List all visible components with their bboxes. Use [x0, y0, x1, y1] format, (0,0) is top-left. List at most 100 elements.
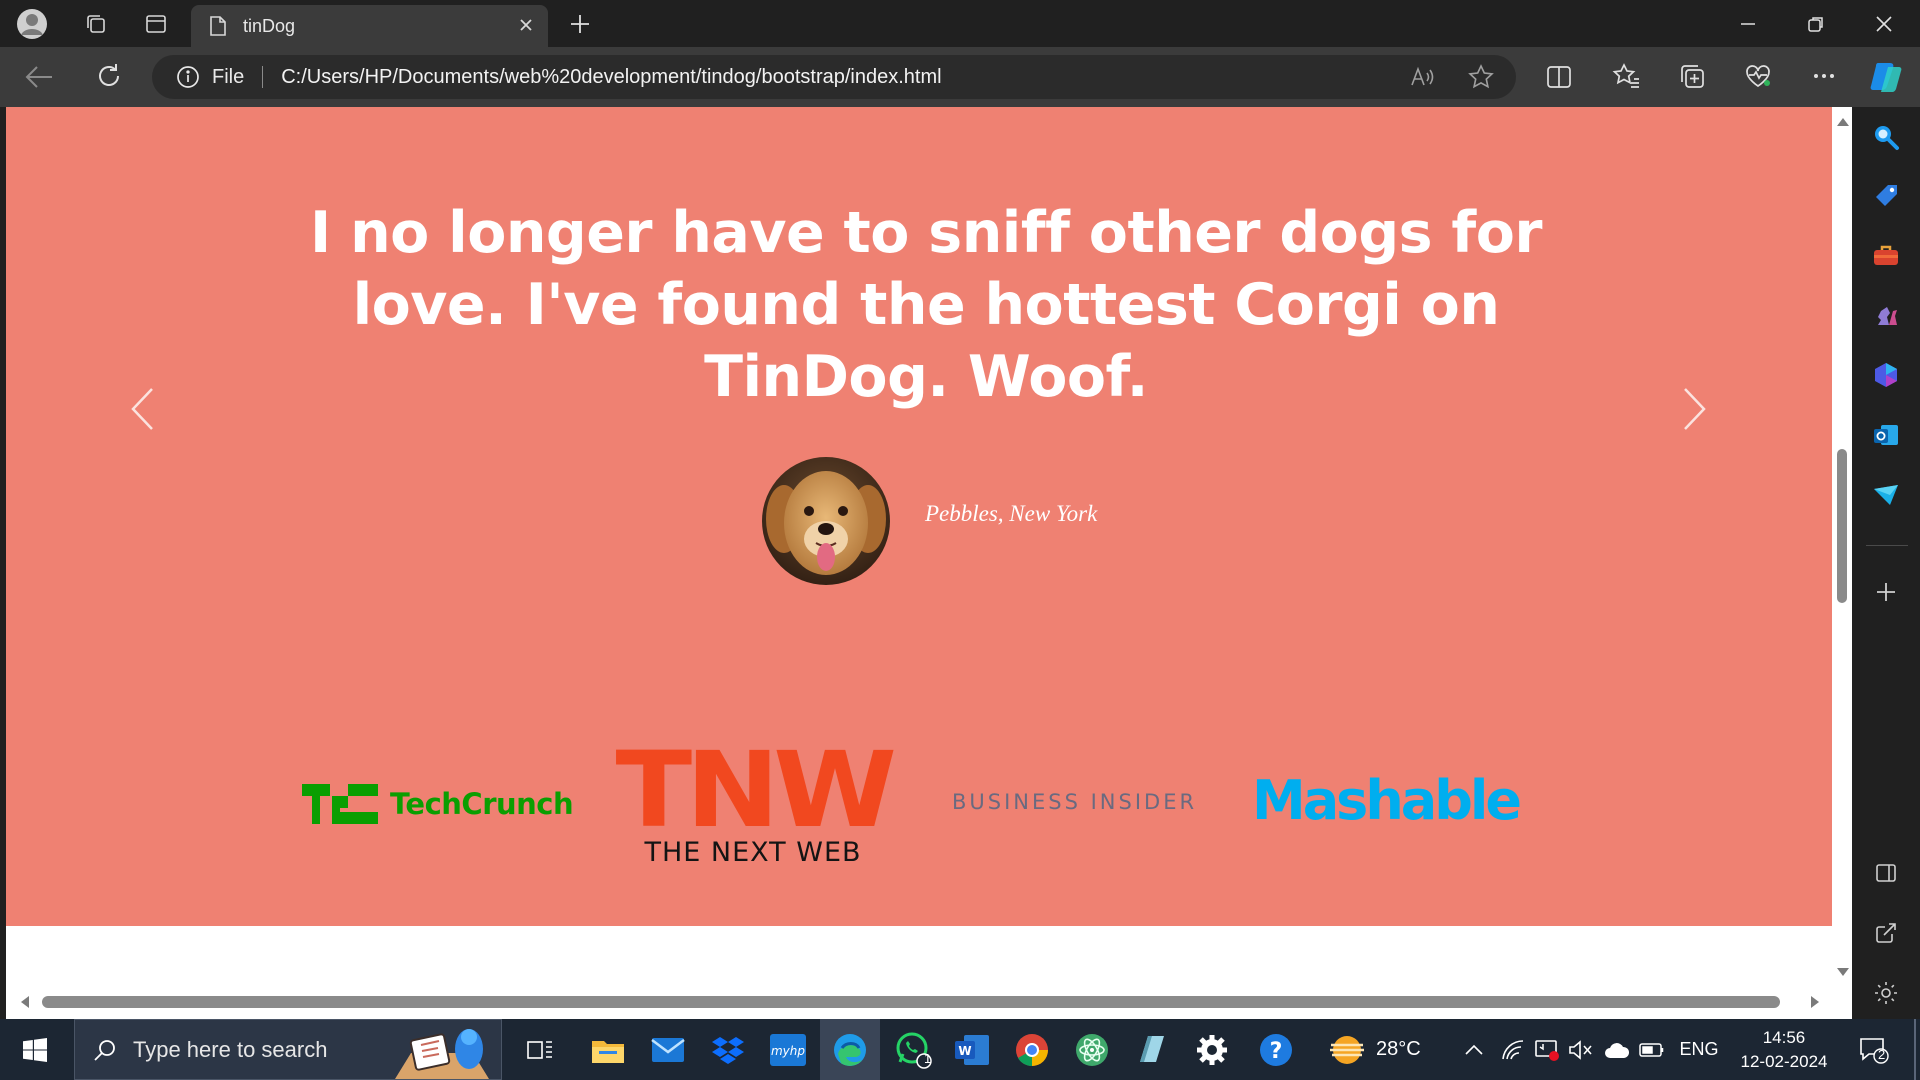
- browser-toolbar: File C:/Users/HP/Documents/web%20develop…: [0, 47, 1920, 107]
- clock[interactable]: 14:56 12-02-2024: [1734, 1019, 1834, 1080]
- dropbox-icon[interactable]: [700, 1019, 756, 1080]
- more-menu-icon[interactable]: [1810, 62, 1838, 90]
- taskbar-search-box[interactable]: Type here to search: [74, 1019, 502, 1080]
- vertical-scrollbar[interactable]: [1832, 107, 1852, 1019]
- notes-app-icon[interactable]: [1124, 1019, 1180, 1080]
- sidebar-external-icon[interactable]: [1868, 915, 1904, 951]
- new-tab-icon[interactable]: [560, 0, 600, 47]
- vscroll-up-arrow-icon[interactable]: [1837, 117, 1849, 127]
- address-bar[interactable]: File C:/Users/HP/Documents/web%20develop…: [152, 55, 1516, 99]
- minimize-icon[interactable]: [1726, 0, 1770, 47]
- svg-text:myhp: myhp: [771, 1044, 805, 1058]
- mail-icon[interactable]: [640, 1019, 696, 1080]
- restore-icon[interactable]: [1794, 0, 1838, 47]
- hscroll-thumb[interactable]: [42, 996, 1780, 1008]
- tnw-mark: TNW: [615, 729, 897, 851]
- read-aloud-icon[interactable]: [1410, 65, 1436, 89]
- browser-titlebar: tinDog: [0, 0, 1920, 47]
- sidebar-shopping-icon[interactable]: [1868, 177, 1904, 213]
- file-scheme-label: File: [212, 65, 245, 88]
- onedrive-cloud-icon[interactable]: [1602, 1019, 1632, 1080]
- input-language[interactable]: ENG: [1676, 1019, 1722, 1080]
- weather-sun-icon: [1328, 1033, 1366, 1067]
- profile-avatar-icon[interactable]: [12, 0, 52, 47]
- carousel-prev-icon[interactable]: [130, 387, 154, 431]
- notification-center-icon[interactable]: 2: [1848, 1019, 1900, 1080]
- dog-avatar: [762, 457, 890, 585]
- page-viewport: I no longer have to sniff other dogs for…: [6, 107, 1832, 1019]
- edge-sidebar: [1854, 107, 1920, 1019]
- sidebar-add-icon[interactable]: [1868, 574, 1904, 610]
- start-windows-icon[interactable]: [0, 1019, 70, 1080]
- tab-title: tinDog: [243, 15, 296, 36]
- close-window-icon[interactable]: [1862, 0, 1906, 47]
- business-insider-logo: BUSINESS INSIDER: [952, 790, 1198, 814]
- page-icon: [209, 15, 227, 37]
- workspaces-icon[interactable]: [76, 0, 116, 47]
- taskbar-search-icon: [93, 1038, 117, 1062]
- myhp-icon[interactable]: myhp: [760, 1019, 816, 1080]
- sidebar-hide-icon[interactable]: [1868, 855, 1904, 891]
- battery-icon[interactable]: [1636, 1019, 1668, 1080]
- security-status-icon[interactable]: [1532, 1019, 1562, 1080]
- sidebar-copilot-icon[interactable]: [1868, 357, 1904, 393]
- refresh-icon[interactable]: [94, 61, 124, 91]
- weather-temp: 28°C: [1376, 1038, 1421, 1060]
- svg-text:W: W: [958, 1044, 971, 1058]
- collections-icon[interactable]: [1678, 62, 1706, 90]
- testimonial-author: Pebbles, New York: [925, 501, 1098, 526]
- word-icon[interactable]: W: [944, 1019, 1000, 1080]
- sidebar-games-icon[interactable]: [1868, 297, 1904, 333]
- sidebar-settings-icon[interactable]: [1868, 975, 1904, 1011]
- svg-text:?: ?: [1270, 1039, 1283, 1064]
- favorite-star-icon[interactable]: [1468, 64, 1494, 90]
- testimonials-section: I no longer have to sniff other dogs for…: [6, 107, 1832, 926]
- favorites-icon[interactable]: [1612, 62, 1640, 90]
- tab-actions-icon[interactable]: [136, 0, 176, 47]
- testimonial-quote: I no longer have to sniff other dogs for…: [310, 200, 1542, 410]
- copilot-icon[interactable]: [1868, 57, 1906, 95]
- close-tab-icon[interactable]: [516, 15, 536, 35]
- back-arrow-icon[interactable]: [24, 63, 54, 91]
- notification-badge: 2: [1878, 1047, 1886, 1062]
- whatsapp-badge: 1: [924, 1051, 932, 1066]
- techcrunch-logo: TechCrunch: [302, 784, 574, 824]
- carousel-next-icon[interactable]: [1683, 387, 1707, 431]
- settings-gear-icon[interactable]: [1184, 1019, 1240, 1080]
- vscroll-down-arrow-icon[interactable]: [1837, 967, 1849, 977]
- task-view-icon[interactable]: [518, 1019, 562, 1080]
- atom-icon[interactable]: [1064, 1019, 1120, 1080]
- vscroll-thumb[interactable]: [1837, 449, 1847, 603]
- hscroll-left-arrow-icon[interactable]: [20, 996, 30, 1008]
- sidebar-search-icon[interactable]: [1868, 119, 1904, 155]
- file-explorer-icon[interactable]: [580, 1019, 636, 1080]
- url-text[interactable]: C:/Users/HP/Documents/web%20development/…: [281, 66, 941, 89]
- whatsapp-icon[interactable]: 1: [886, 1019, 942, 1080]
- split-screen-icon[interactable]: [1545, 63, 1573, 91]
- weather-widget[interactable]: 28°C: [1328, 1019, 1448, 1080]
- hscroll-right-arrow-icon[interactable]: [1810, 996, 1820, 1008]
- wifi-icon[interactable]: [1498, 1019, 1528, 1080]
- mashable-logo: Mashable: [1252, 769, 1522, 832]
- clock-date: 12-02-2024: [1740, 1051, 1828, 1071]
- sidebar-outlook-icon[interactable]: [1868, 417, 1904, 453]
- search-highlight-illustration-icon: [391, 1023, 495, 1079]
- browser-essentials-icon[interactable]: [1744, 62, 1772, 90]
- show-hidden-icons-chevron-icon[interactable]: [1462, 1019, 1486, 1080]
- tnw-logo: TNW THE NEXT WEB: [615, 738, 897, 868]
- techcrunch-wordmark: TechCrunch: [390, 787, 574, 821]
- edge-taskbar-icon[interactable]: [820, 1019, 880, 1080]
- sidebar-divider: [1866, 545, 1908, 546]
- volume-muted-icon[interactable]: [1566, 1019, 1596, 1080]
- clock-time: 14:56: [1762, 1027, 1806, 1047]
- help-icon[interactable]: ?: [1248, 1019, 1304, 1080]
- windows-taskbar: Type here to search myhp 1 W ? 28°C ENG …: [0, 1019, 1920, 1080]
- sidebar-send-icon[interactable]: [1868, 477, 1904, 513]
- chrome-icon[interactable]: [1004, 1019, 1060, 1080]
- show-desktop-strip[interactable]: [1914, 1019, 1916, 1080]
- address-separator: [262, 66, 264, 88]
- taskbar-search-placeholder: Type here to search: [133, 1036, 328, 1062]
- sidebar-tools-icon[interactable]: [1868, 237, 1904, 273]
- info-icon[interactable]: [176, 65, 200, 89]
- tab-tindog[interactable]: tinDog: [191, 5, 548, 47]
